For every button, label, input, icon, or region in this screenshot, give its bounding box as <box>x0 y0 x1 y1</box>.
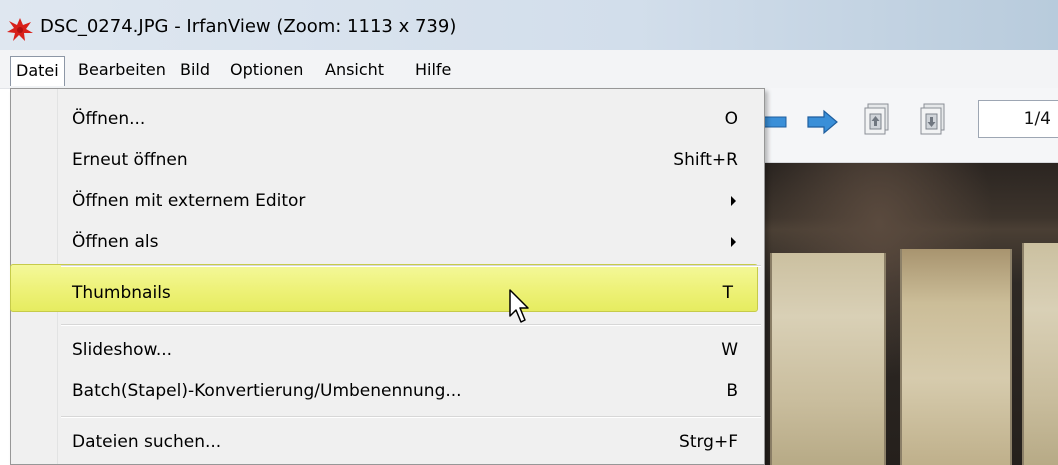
last-page-icon[interactable] <box>918 102 950 138</box>
submenu-arrow-icon <box>731 237 736 247</box>
menu-item-thumbnails[interactable]: Thumbnails T <box>58 274 758 312</box>
menu-item-label: Öffnen als <box>72 232 159 252</box>
menu-item-shortcut: Shift+R <box>673 150 738 170</box>
menu-separator <box>61 265 761 267</box>
menu-datei[interactable]: Datei <box>10 56 65 86</box>
photo-detail-left <box>770 253 886 465</box>
photo-detail-right <box>1022 243 1058 465</box>
menu-bild[interactable]: Bild <box>175 58 215 84</box>
arrow-right-icon[interactable] <box>806 108 840 136</box>
submenu-arrow-icon <box>731 196 736 206</box>
menu-item-label: Thumbnails <box>72 283 171 303</box>
menu-bar: Datei Bearbeiten Bild Optionen Ansicht H… <box>0 50 1058 89</box>
menu-ansicht[interactable]: Ansicht <box>320 58 389 84</box>
menu-item-shortcut: O <box>724 109 738 129</box>
menu-item-label: Öffnen... <box>72 109 146 129</box>
irfanview-window: DSC_0274.JPG - IrfanView (Zoom: 1113 x 7… <box>0 0 1058 465</box>
menu-item-label: Slideshow... <box>72 340 173 360</box>
first-page-icon[interactable] <box>862 102 894 138</box>
menu-item-label: Dateien suchen... <box>72 432 222 452</box>
window-title: DSC_0274.JPG - IrfanView (Zoom: 1113 x 7… <box>40 16 457 37</box>
photo-detail-center <box>900 249 1012 465</box>
menu-item-oeffnen-mit-editor[interactable]: Öffnen mit externem Editor <box>58 182 758 220</box>
menu-item-label: Batch(Stapel)-Konvertierung/Umbenennung.… <box>72 381 462 401</box>
menu-item-shortcut: T <box>722 283 733 303</box>
menu-item-batch-konvertierung[interactable]: Batch(Stapel)-Konvertierung/Umbenennung.… <box>58 372 758 410</box>
datei-dropdown-menu: Öffnen... O Erneut öffnen Shift+R Öffnen… <box>10 88 765 465</box>
arrow-left-icon[interactable] <box>764 108 792 136</box>
menu-item-erneut-oeffnen[interactable]: Erneut öffnen Shift+R <box>58 141 758 179</box>
menu-separator <box>61 324 761 326</box>
menu-item-slideshow[interactable]: Slideshow... W <box>58 331 758 369</box>
title-bar: DSC_0274.JPG - IrfanView (Zoom: 1113 x 7… <box>0 0 1058 50</box>
menu-item-shortcut: Strg+F <box>679 432 738 452</box>
menu-item-shortcut: B <box>726 381 738 401</box>
menu-item-oeffnen[interactable]: Öffnen... O <box>58 100 758 138</box>
menu-item-label: Öffnen mit externem Editor <box>72 191 306 211</box>
image-canvas[interactable] <box>760 163 1058 465</box>
menu-item-label: Erneut öffnen <box>72 150 188 170</box>
menu-item-oeffnen-als[interactable]: Öffnen als <box>58 223 758 261</box>
menu-item-dateien-suchen[interactable]: Dateien suchen... Strg+F <box>58 423 758 461</box>
menu-hilfe[interactable]: Hilfe <box>410 58 456 84</box>
mouse-pointer-icon <box>509 289 529 323</box>
page-indicator-field[interactable]: 1/4 <box>978 100 1058 138</box>
menu-separator <box>61 416 761 418</box>
menu-optionen[interactable]: Optionen <box>225 58 308 84</box>
menu-item-shortcut: W <box>721 340 738 360</box>
menu-bearbeiten[interactable]: Bearbeiten <box>73 58 171 84</box>
irfanview-logo-icon <box>7 18 33 41</box>
